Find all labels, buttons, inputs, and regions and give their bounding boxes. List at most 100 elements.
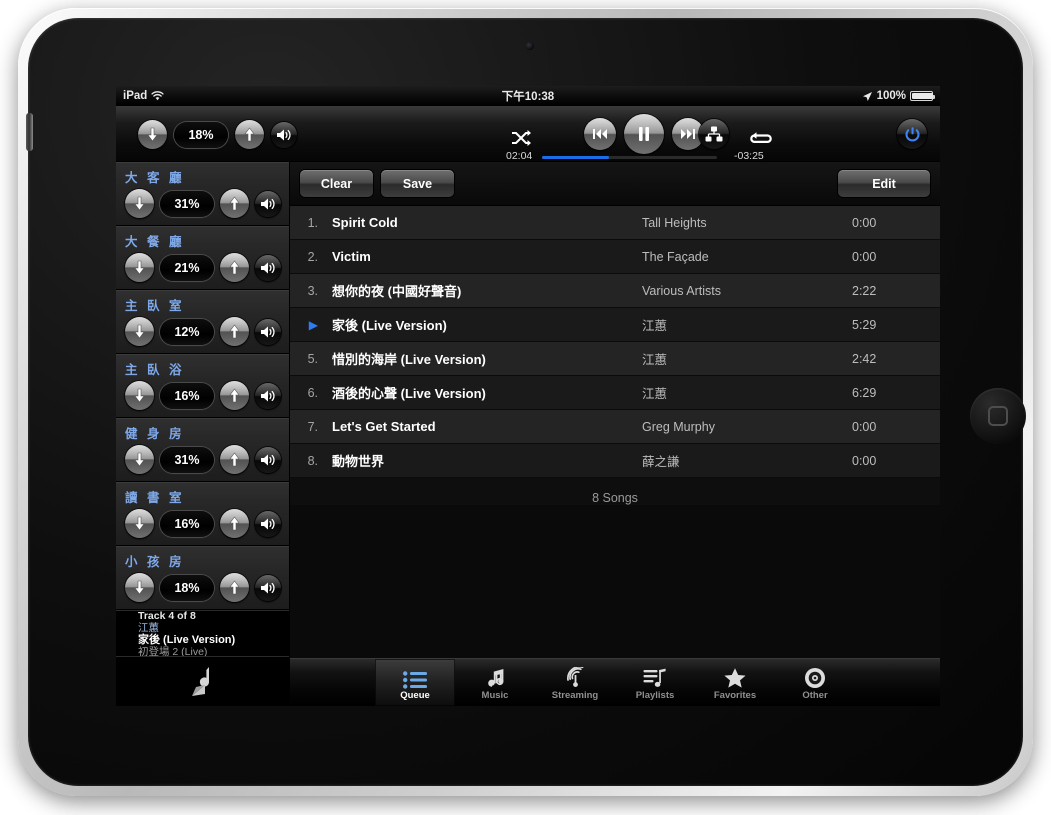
repeat-icon[interactable] (750, 129, 772, 147)
zone-group-icon[interactable] (699, 119, 729, 149)
location-arrow-icon (862, 91, 873, 102)
previous-track-icon[interactable] (584, 118, 616, 150)
room-volume-percent[interactable]: 31% (160, 190, 214, 217)
save-button[interactable]: Save (381, 170, 454, 197)
tab-label: Queue (400, 689, 430, 701)
tab-favorites[interactable]: Favorites (695, 659, 775, 706)
now-playing-artist: 江蕙 (138, 622, 159, 634)
tab-streaming[interactable]: Streaming (535, 659, 615, 706)
arrow-down-icon[interactable] (125, 189, 154, 218)
track-artist: 薛之謙 (642, 455, 680, 469)
room-cell[interactable]: 小 孩 房 18% (116, 546, 289, 610)
room-name-label: 小 孩 房 (125, 555, 185, 569)
track-artist: Greg Murphy (642, 419, 715, 434)
tab-queue[interactable]: Queue (375, 659, 455, 706)
battery-percent-label: 100% (876, 90, 906, 102)
room-name-label: 主 臥 浴 (125, 363, 185, 377)
arrow-up-icon[interactable] (220, 445, 249, 474)
track-title: Spirit Cold (332, 215, 398, 230)
room-volume-percent[interactable]: 12% (160, 318, 214, 345)
shuffle-icon[interactable] (510, 129, 532, 147)
arrow-down-icon[interactable] (138, 120, 167, 149)
master-volume-group: 18% (138, 120, 297, 149)
room-cell[interactable]: 讀 書 室 16% (116, 482, 289, 546)
room-volume-percent[interactable]: 21% (160, 254, 214, 281)
room-volume-percent[interactable]: 18% (160, 574, 214, 601)
now-playing-album: 初登場 2 (Live) (138, 646, 208, 656)
room-cell[interactable]: 主 臥 浴 16% (116, 354, 289, 418)
room-name-label: 大 客 廳 (125, 171, 185, 185)
transport-toolbar: 18% 02:04 -03:25 (116, 106, 940, 162)
tab-label: Playlists (635, 689, 675, 701)
now-playing-info[interactable]: Track 4 of 8 江蕙 家後 (Live Version) 初登場 2 … (116, 610, 289, 656)
speaker-icon[interactable] (255, 510, 281, 537)
track-index: 2. (307, 249, 318, 264)
pause-icon[interactable] (624, 114, 664, 154)
tab-playlists[interactable]: Playlists (615, 659, 695, 706)
room-name-label: 讀 書 室 (125, 491, 185, 505)
track-time: 5:29 (852, 317, 877, 332)
track-title: Let's Get Started (332, 419, 436, 434)
room-volume-percent[interactable]: 16% (160, 382, 214, 409)
front-camera (526, 42, 534, 50)
table-row[interactable]: 7. Let's Get Started Greg Murphy 0:00 (290, 410, 940, 444)
arrow-down-icon[interactable] (125, 381, 154, 410)
room-volume-percent[interactable]: 16% (160, 510, 214, 537)
rooms-sidebar: 大 客 廳 31% 大 餐 廳 21% 主 臥 室 12% 主 臥 浴 16% … (116, 162, 290, 706)
speaker-icon[interactable] (271, 121, 297, 148)
track-title: 想你的夜 (中國好聲音) (332, 284, 462, 299)
arrow-up-icon[interactable] (220, 573, 249, 602)
table-row[interactable]: 3. 想你的夜 (中國好聲音) Various Artists 2:22 (290, 274, 940, 308)
room-cell[interactable]: 主 臥 室 12% (116, 290, 289, 354)
remaining-time-label: -03:25 (734, 150, 764, 162)
wifi-icon (151, 91, 164, 101)
room-volume-percent[interactable]: 31% (160, 446, 214, 473)
track-time: 2:22 (852, 283, 877, 298)
table-row[interactable]: 5. 惜別的海岸 (Live Version) 江蕙 2:42 (290, 342, 940, 376)
tab-other[interactable]: Other (775, 659, 855, 706)
track-index: 7. (307, 419, 318, 434)
master-volume-percent[interactable]: 18% (174, 121, 228, 148)
speaker-icon[interactable] (255, 382, 281, 409)
song-count-label: 8 Songs (290, 478, 940, 505)
arrow-down-icon[interactable] (125, 445, 154, 474)
arrow-down-icon[interactable] (125, 317, 154, 346)
table-row[interactable]: 6. 酒後的心聲 (Live Version) 江蕙 6:29 (290, 376, 940, 410)
arrow-down-icon[interactable] (125, 509, 154, 538)
track-artist: 江蕙 (642, 319, 668, 333)
room-cell[interactable]: 健 身 房 31% (116, 418, 289, 482)
table-row[interactable]: 2. Victim The Façade 0:00 (290, 240, 940, 274)
arrow-up-icon[interactable] (235, 120, 264, 149)
table-row[interactable]: ▶ 家後 (Live Version) 江蕙 5:29 (290, 308, 940, 342)
arrow-up-icon[interactable] (220, 509, 249, 538)
disc-icon (804, 665, 826, 689)
now-playing-track-position: Track 4 of 8 (138, 610, 196, 622)
side-button[interactable] (26, 113, 33, 151)
power-icon[interactable] (897, 119, 927, 149)
edit-button[interactable]: Edit (838, 170, 930, 197)
room-cell[interactable]: 大 客 廳 31% (116, 162, 289, 226)
speaker-icon[interactable] (255, 446, 281, 473)
arrow-up-icon[interactable] (220, 317, 249, 346)
arrow-up-icon[interactable] (220, 253, 249, 282)
speaker-icon[interactable] (255, 318, 281, 345)
speaker-icon[interactable] (255, 574, 281, 601)
table-row[interactable]: 1. Spirit Cold Tall Heights 0:00 (290, 206, 940, 240)
arrow-down-icon[interactable] (125, 253, 154, 282)
speaker-icon[interactable] (255, 254, 281, 281)
room-name-label: 大 餐 廳 (125, 235, 185, 249)
progress-scrubber[interactable] (542, 156, 717, 159)
tab-music[interactable]: Music (455, 659, 535, 706)
track-title: 酒後的心聲 (Live Version) (332, 386, 486, 401)
clear-button[interactable]: Clear (300, 170, 373, 197)
music-note-icon (484, 665, 506, 689)
tab-label: Music (481, 689, 509, 701)
arrow-down-icon[interactable] (125, 573, 154, 602)
arrow-up-icon[interactable] (220, 189, 249, 218)
table-row[interactable]: 8. 動物世界 薛之謙 0:00 (290, 444, 940, 478)
home-button[interactable] (970, 388, 1026, 444)
arrow-up-icon[interactable] (220, 381, 249, 410)
track-time: 2:42 (852, 351, 877, 366)
room-cell[interactable]: 大 餐 廳 21% (116, 226, 289, 290)
speaker-icon[interactable] (255, 190, 281, 217)
